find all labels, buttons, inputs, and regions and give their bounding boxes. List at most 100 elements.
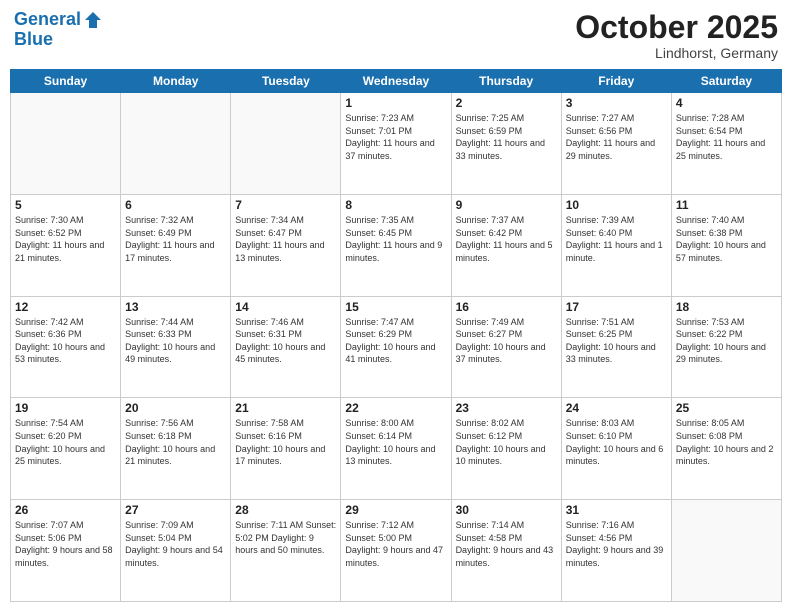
- day-info: Sunrise: 7:16 AM Sunset: 4:56 PM Dayligh…: [566, 519, 667, 569]
- day-info: Sunrise: 7:11 AM Sunset: 5:02 PM Dayligh…: [235, 519, 336, 557]
- day-number: 9: [456, 198, 557, 212]
- day-number: 27: [125, 503, 226, 517]
- table-row: 5Sunrise: 7:30 AM Sunset: 6:52 PM Daylig…: [11, 194, 121, 296]
- table-row: 28Sunrise: 7:11 AM Sunset: 5:02 PM Dayli…: [231, 500, 341, 602]
- col-sunday: Sunday: [11, 70, 121, 93]
- day-number: 18: [676, 300, 777, 314]
- day-number: 29: [345, 503, 446, 517]
- day-info: Sunrise: 7:44 AM Sunset: 6:33 PM Dayligh…: [125, 316, 226, 366]
- col-tuesday: Tuesday: [231, 70, 341, 93]
- table-row: 11 Sunrise: 7:40 AM Sunset: 6:38 PM Dayli…: [671, 194, 781, 296]
- day-info: Sunrise: 8:05 AM Sunset: 6:08 PM Dayligh…: [676, 417, 777, 467]
- table-row: 22 Sunrise: 8:00 AM Sunset: 6:14 PM Dayli…: [341, 398, 451, 500]
- table-row: 19Sunrise: 7:54 AM Sunset: 6:20 PM Dayli…: [11, 398, 121, 500]
- calendar-header-row: Sunday Monday Tuesday Wednesday Thursday…: [11, 70, 782, 93]
- day-info: Sunrise: 7:42 AM Sunset: 6:36 PM Dayligh…: [15, 316, 116, 366]
- table-row: 10Sunrise: 7:39 AM Sunset: 6:40 PM Dayli…: [561, 194, 671, 296]
- table-row: 20 Sunrise: 7:56 AM Sunset: 6:18 PM Dayli…: [121, 398, 231, 500]
- day-info: Sunrise: 7:51 AM Sunset: 6:25 PM Dayligh…: [566, 316, 667, 366]
- day-info: Sunrise: 7:34 AM Sunset: 6:47 PM Dayligh…: [235, 214, 336, 264]
- day-number: 2: [456, 96, 557, 110]
- table-row: 17 Sunrise: 7:51 AM Sunset: 6:25 PM Dayli…: [561, 296, 671, 398]
- day-number: 11: [676, 198, 777, 212]
- table-row: 15 Sunrise: 7:47 AM Sunset: 6:29 PM Dayli…: [341, 296, 451, 398]
- table-row: 23 Sunrise: 8:02 AM Sunset: 6:12 PM Dayli…: [451, 398, 561, 500]
- table-row: 2 Sunrise: 7:25 AM Sunset: 6:59 PM Daylig…: [451, 93, 561, 195]
- day-number: 20: [125, 401, 226, 415]
- day-info: Sunrise: 7:54 AM Sunset: 6:20 PM Dayligh…: [15, 417, 116, 467]
- day-number: 8: [345, 198, 446, 212]
- table-row: 30 Sunrise: 7:14 AM Sunset: 4:58 PM Dayli…: [451, 500, 561, 602]
- calendar-week-row: 1Sunrise: 7:23 AM Sunset: 7:01 PM Daylig…: [11, 93, 782, 195]
- table-row: 8 Sunrise: 7:35 AM Sunset: 6:45 PM Daylig…: [341, 194, 451, 296]
- title-block: October 2025 Lindhorst, Germany: [575, 10, 778, 61]
- table-row: [671, 500, 781, 602]
- table-row: 3Sunrise: 7:27 AM Sunset: 6:56 PM Daylig…: [561, 93, 671, 195]
- logo-blue: Blue: [14, 30, 103, 50]
- table-row: 1Sunrise: 7:23 AM Sunset: 7:01 PM Daylig…: [341, 93, 451, 195]
- day-info: Sunrise: 7:47 AM Sunset: 6:29 PM Dayligh…: [345, 316, 446, 366]
- calendar-week-row: 26Sunrise: 7:07 AM Sunset: 5:06 PM Dayli…: [11, 500, 782, 602]
- day-info: Sunrise: 7:28 AM Sunset: 6:54 PM Dayligh…: [676, 112, 777, 162]
- table-row: 14 Sunrise: 7:46 AM Sunset: 6:31 PM Dayli…: [231, 296, 341, 398]
- table-row: 21 Sunrise: 7:58 AM Sunset: 6:16 PM Dayli…: [231, 398, 341, 500]
- table-row: 18 Sunrise: 7:53 AM Sunset: 6:22 PM Dayli…: [671, 296, 781, 398]
- day-number: 16: [456, 300, 557, 314]
- table-row: 26Sunrise: 7:07 AM Sunset: 5:06 PM Dayli…: [11, 500, 121, 602]
- day-info: Sunrise: 7:53 AM Sunset: 6:22 PM Dayligh…: [676, 316, 777, 366]
- calendar-table: Sunday Monday Tuesday Wednesday Thursday…: [10, 69, 782, 602]
- day-info: Sunrise: 7:07 AM Sunset: 5:06 PM Dayligh…: [15, 519, 116, 569]
- table-row: 24Sunrise: 8:03 AM Sunset: 6:10 PM Dayli…: [561, 398, 671, 500]
- day-number: 13: [125, 300, 226, 314]
- day-number: 21: [235, 401, 336, 415]
- location-subtitle: Lindhorst, Germany: [575, 45, 778, 61]
- page: General Blue October 2025 Lindhorst, Ger…: [0, 0, 792, 612]
- day-info: Sunrise: 8:02 AM Sunset: 6:12 PM Dayligh…: [456, 417, 557, 467]
- day-number: 17: [566, 300, 667, 314]
- day-number: 7: [235, 198, 336, 212]
- day-number: 31: [566, 503, 667, 517]
- day-info: Sunrise: 7:39 AM Sunset: 6:40 PM Dayligh…: [566, 214, 667, 264]
- day-info: Sunrise: 7:27 AM Sunset: 6:56 PM Dayligh…: [566, 112, 667, 162]
- day-info: Sunrise: 7:37 AM Sunset: 6:42 PM Dayligh…: [456, 214, 557, 264]
- table-row: 29 Sunrise: 7:12 AM Sunset: 5:00 PM Dayli…: [341, 500, 451, 602]
- header: General Blue October 2025 Lindhorst, Ger…: [10, 10, 782, 61]
- table-row: 4Sunrise: 7:28 AM Sunset: 6:54 PM Daylig…: [671, 93, 781, 195]
- day-info: Sunrise: 7:58 AM Sunset: 6:16 PM Dayligh…: [235, 417, 336, 467]
- table-row: 31 Sunrise: 7:16 AM Sunset: 4:56 PM Dayli…: [561, 500, 671, 602]
- day-info: Sunrise: 7:40 AM Sunset: 6:38 PM Dayligh…: [676, 214, 777, 264]
- day-info: Sunrise: 7:14 AM Sunset: 4:58 PM Dayligh…: [456, 519, 557, 569]
- logo: General Blue: [14, 10, 103, 50]
- col-thursday: Thursday: [451, 70, 561, 93]
- day-info: Sunrise: 7:25 AM Sunset: 6:59 PM Dayligh…: [456, 112, 557, 162]
- day-info: Sunrise: 7:32 AM Sunset: 6:49 PM Dayligh…: [125, 214, 226, 264]
- day-number: 5: [15, 198, 116, 212]
- col-wednesday: Wednesday: [341, 70, 451, 93]
- day-number: 25: [676, 401, 777, 415]
- day-number: 15: [345, 300, 446, 314]
- col-friday: Friday: [561, 70, 671, 93]
- day-info: Sunrise: 8:00 AM Sunset: 6:14 PM Dayligh…: [345, 417, 446, 467]
- day-info: Sunrise: 7:46 AM Sunset: 6:31 PM Dayligh…: [235, 316, 336, 366]
- day-info: Sunrise: 7:49 AM Sunset: 6:27 PM Dayligh…: [456, 316, 557, 366]
- table-row: 7 Sunrise: 7:34 AM Sunset: 6:47 PM Daylig…: [231, 194, 341, 296]
- day-number: 23: [456, 401, 557, 415]
- day-number: 30: [456, 503, 557, 517]
- table-row: 16 Sunrise: 7:49 AM Sunset: 6:27 PM Dayli…: [451, 296, 561, 398]
- table-row: 6 Sunrise: 7:32 AM Sunset: 6:49 PM Daylig…: [121, 194, 231, 296]
- day-info: Sunrise: 7:35 AM Sunset: 6:45 PM Dayligh…: [345, 214, 446, 264]
- day-info: Sunrise: 8:03 AM Sunset: 6:10 PM Dayligh…: [566, 417, 667, 467]
- day-number: 6: [125, 198, 226, 212]
- day-number: 12: [15, 300, 116, 314]
- day-info: Sunrise: 7:56 AM Sunset: 6:18 PM Dayligh…: [125, 417, 226, 467]
- logo-icon: [83, 10, 103, 30]
- table-row: [121, 93, 231, 195]
- day-info: Sunrise: 7:12 AM Sunset: 5:00 PM Dayligh…: [345, 519, 446, 569]
- col-saturday: Saturday: [671, 70, 781, 93]
- day-info: Sunrise: 7:23 AM Sunset: 7:01 PM Dayligh…: [345, 112, 446, 162]
- day-number: 22: [345, 401, 446, 415]
- day-number: 14: [235, 300, 336, 314]
- table-row: 9 Sunrise: 7:37 AM Sunset: 6:42 PM Daylig…: [451, 194, 561, 296]
- table-row: 13 Sunrise: 7:44 AM Sunset: 6:33 PM Dayli…: [121, 296, 231, 398]
- calendar-week-row: 19Sunrise: 7:54 AM Sunset: 6:20 PM Dayli…: [11, 398, 782, 500]
